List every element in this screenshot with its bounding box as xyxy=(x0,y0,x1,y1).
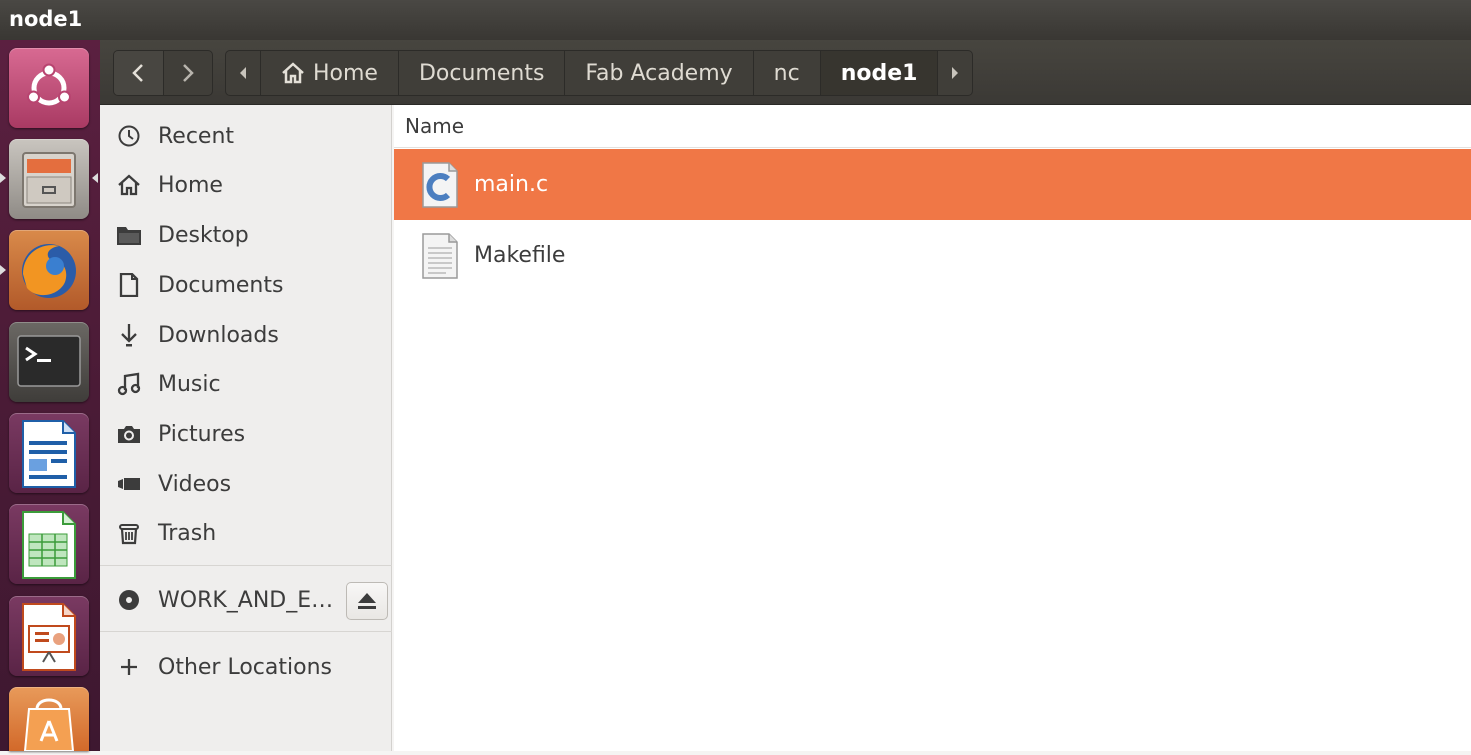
sidebar-item-label: Videos xyxy=(158,471,232,497)
launcher-terminal[interactable] xyxy=(9,322,89,402)
history-navigation xyxy=(113,50,213,96)
file-name: main.c xyxy=(474,172,549,197)
ubuntu-logo-icon xyxy=(27,63,71,106)
clock-icon xyxy=(116,123,142,149)
document-icon xyxy=(116,272,142,298)
sidebar-item-music[interactable]: Music xyxy=(100,362,392,406)
impress-presentation-icon xyxy=(22,603,76,671)
sidebar-item-label: Documents xyxy=(158,272,284,298)
unity-launcher xyxy=(0,40,100,752)
plus-icon xyxy=(116,654,142,680)
folder-icon xyxy=(116,222,142,248)
breadcrumb-documents[interactable]: Documents xyxy=(399,51,566,95)
chevron-left-icon xyxy=(132,64,144,82)
launcher-ubuntu-dash[interactable] xyxy=(9,48,89,128)
sidebar-item-label: Home xyxy=(158,172,223,198)
sidebar-item-label: Recent xyxy=(158,123,235,149)
video-icon xyxy=(116,471,142,497)
chevron-right-icon xyxy=(182,64,194,82)
breadcrumb-nc-label: nc xyxy=(773,60,800,86)
breadcrumb-node1[interactable]: node1 xyxy=(820,51,939,95)
shopping-bag-icon xyxy=(23,698,75,752)
music-icon xyxy=(116,371,142,397)
sidebar-item-label: Pictures xyxy=(158,421,246,447)
column-header-label: Name xyxy=(405,114,465,138)
firefox-running-indicator xyxy=(0,265,6,275)
sidebar-item-label: Trash xyxy=(158,520,217,546)
triangle-right-icon xyxy=(952,67,959,79)
launcher-libreoffice-impress[interactable] xyxy=(9,596,89,676)
writer-document-icon xyxy=(22,420,76,488)
path-scroll-right-button[interactable] xyxy=(938,51,972,95)
sidebar-item-home[interactable]: Home xyxy=(100,163,392,207)
file-name: Makefile xyxy=(474,243,566,268)
breadcrumb-home-label: Home xyxy=(313,60,378,86)
places-sidebar: Recent Home Desktop Documents Downloads … xyxy=(100,105,392,751)
column-header-name[interactable]: Name xyxy=(394,105,1471,148)
sidebar-item-label: Desktop xyxy=(158,222,249,248)
text-file-icon xyxy=(422,232,458,279)
breadcrumb-documents-label: Documents xyxy=(418,60,545,86)
sidebar-item-other-locations[interactable]: Other Locations xyxy=(100,645,392,689)
launcher-files[interactable] xyxy=(9,139,89,219)
launcher-libreoffice-calc[interactable] xyxy=(9,504,89,584)
path-bar: Home Documents Fab Academy nc node1 xyxy=(225,50,974,96)
file-cabinet-icon xyxy=(22,152,76,208)
sidebar-item-downloads[interactable]: Downloads xyxy=(100,313,392,357)
launcher-software-center[interactable] xyxy=(9,687,89,752)
eject-icon xyxy=(358,593,376,609)
breadcrumb-node1-label: node1 xyxy=(840,60,918,86)
sidebar-item-trash[interactable]: Trash xyxy=(100,511,392,555)
home-icon xyxy=(116,172,142,198)
camera-icon xyxy=(116,421,142,447)
files-focus-indicator xyxy=(92,173,98,183)
download-icon xyxy=(116,322,142,348)
breadcrumb-fab-academy-label: Fab Academy xyxy=(585,60,733,86)
launcher-firefox[interactable] xyxy=(9,230,89,310)
file-list-view[interactable]: Name main.c Makefile xyxy=(394,105,1471,751)
c-source-icon xyxy=(422,161,458,208)
file-row-makefile[interactable]: Makefile xyxy=(394,220,1471,291)
back-button[interactable] xyxy=(114,51,164,95)
files-running-indicator xyxy=(0,173,6,183)
breadcrumb-home[interactable]: Home xyxy=(261,51,399,95)
launcher-libreoffice-writer[interactable] xyxy=(9,413,89,493)
sidebar-item-label: Music xyxy=(158,371,221,397)
triangle-left-icon xyxy=(240,67,246,79)
disc-icon xyxy=(116,587,142,613)
sidebar-item-pictures[interactable]: Pictures xyxy=(100,412,392,456)
sidebar-item-label: WORK_AND_E… xyxy=(158,587,334,613)
trash-icon xyxy=(116,520,142,546)
path-scroll-left-button[interactable] xyxy=(226,51,261,95)
sidebar-separator xyxy=(100,565,392,566)
sidebar-separator xyxy=(100,631,392,632)
eject-button[interactable] xyxy=(346,582,388,620)
sidebar-item-videos[interactable]: Videos xyxy=(100,462,392,506)
forward-button[interactable] xyxy=(164,51,213,95)
nautilus-toolbar: Home Documents Fab Academy nc node1 xyxy=(100,40,1471,105)
sidebar-item-device[interactable]: WORK_AND_E… xyxy=(100,578,344,622)
sidebar-item-label: Other Locations xyxy=(158,654,332,680)
terminal-icon xyxy=(17,335,81,387)
file-row-main-c[interactable]: main.c xyxy=(394,149,1471,220)
window-title: node1 xyxy=(9,7,83,31)
window-titlebar[interactable]: node1 xyxy=(0,0,1471,40)
breadcrumb-nc[interactable]: nc xyxy=(754,51,821,95)
sidebar-item-recent[interactable]: Recent xyxy=(100,114,392,158)
home-icon xyxy=(282,62,304,84)
breadcrumb-fab-academy[interactable]: Fab Academy xyxy=(565,51,754,95)
sidebar-item-label: Downloads xyxy=(158,322,279,348)
sidebar-item-documents[interactable]: Documents xyxy=(100,263,392,307)
firefox-icon xyxy=(22,244,76,298)
calc-spreadsheet-icon xyxy=(22,511,76,579)
sidebar-item-desktop[interactable]: Desktop xyxy=(100,213,392,257)
